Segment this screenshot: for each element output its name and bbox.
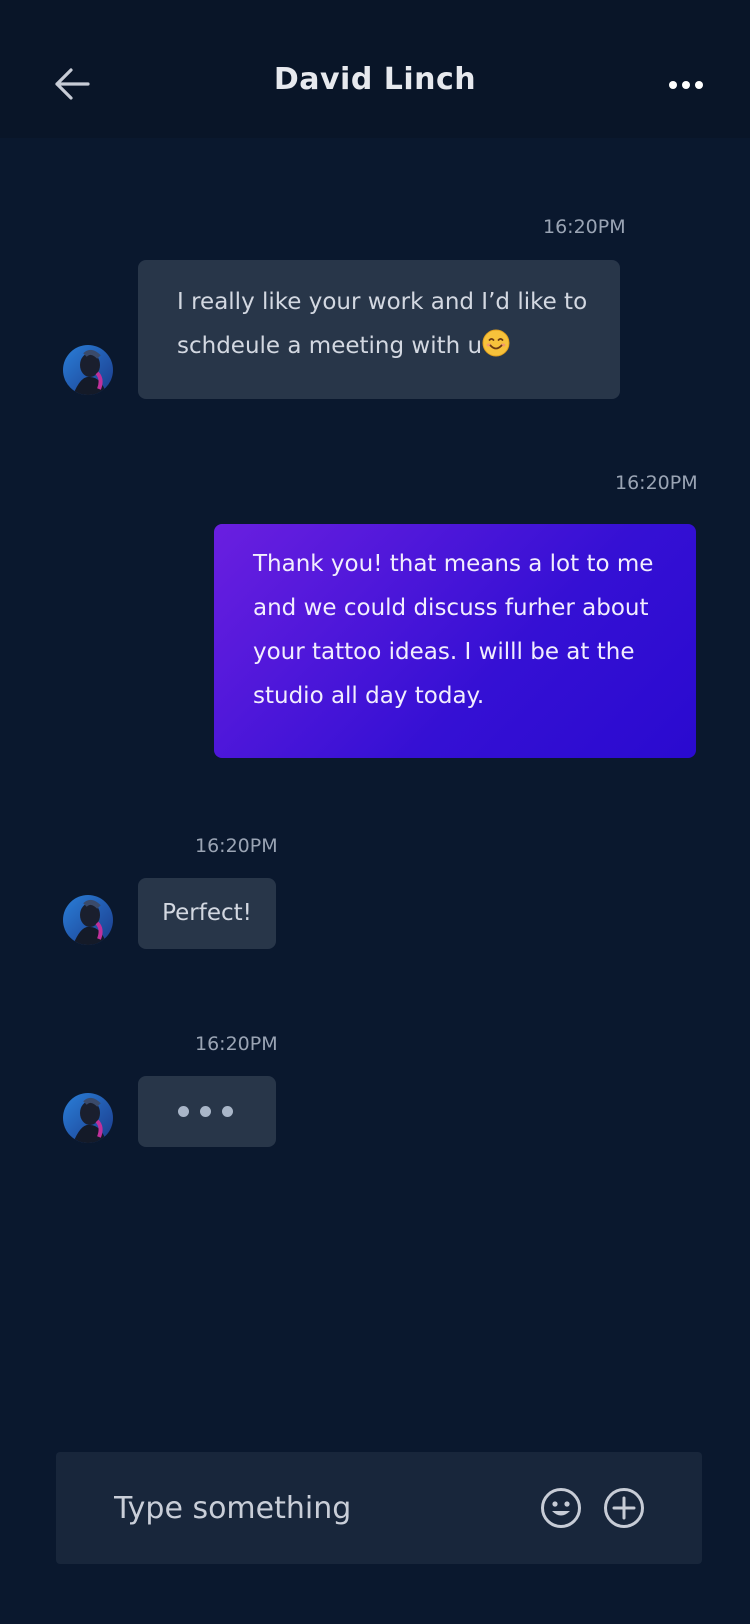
message-text: I really like your work and I’d like to <box>177 289 588 315</box>
message-text-line: schdeule a meeting with u <box>177 324 620 368</box>
emoji-button[interactable] <box>539 1486 583 1530</box>
message-text: schdeule a meeting with u <box>177 333 483 359</box>
avatar <box>63 895 113 945</box>
message-text-line: studio all day today. <box>253 683 485 709</box>
message-text-line: and we could discuss furher about <box>253 595 649 621</box>
more-horizontal-icon <box>669 81 703 89</box>
message-composer <box>56 1452 702 1564</box>
chat-title: David Linch <box>273 62 477 97</box>
message-text: Perfect! <box>162 900 252 926</box>
message-timestamp: 16:20PM <box>195 835 278 857</box>
more-options-button[interactable] <box>664 70 708 100</box>
typing-dot <box>222 1106 233 1117</box>
message-bubble-outgoing: Thank you! that means a lot to me and we… <box>214 524 696 758</box>
smiling-face-emoji <box>482 329 510 357</box>
typing-dot <box>200 1106 211 1117</box>
typing-indicator <box>138 1076 276 1147</box>
message-bubble-incoming: I really like your work and I’d like to … <box>138 260 620 399</box>
message-timestamp: 16:20PM <box>195 1033 278 1055</box>
plus-circle-icon <box>604 1488 644 1528</box>
message-input[interactable] <box>112 1482 516 1534</box>
avatar <box>63 345 113 395</box>
add-attachment-button[interactable] <box>602 1486 646 1530</box>
typing-dot <box>178 1106 189 1117</box>
message-timestamp: 16:20PM <box>543 216 626 238</box>
message-bubble-incoming: Perfect! <box>138 878 276 949</box>
message-timestamp: 16:20PM <box>615 472 698 494</box>
message-text-line: Thank you! that means a lot to me <box>253 551 654 577</box>
chat-header: David Linch <box>0 0 750 138</box>
avatar <box>63 1093 113 1143</box>
smiley-icon <box>541 1488 581 1528</box>
message-text-line: your tattoo ideas. I willl be at the <box>253 639 635 665</box>
